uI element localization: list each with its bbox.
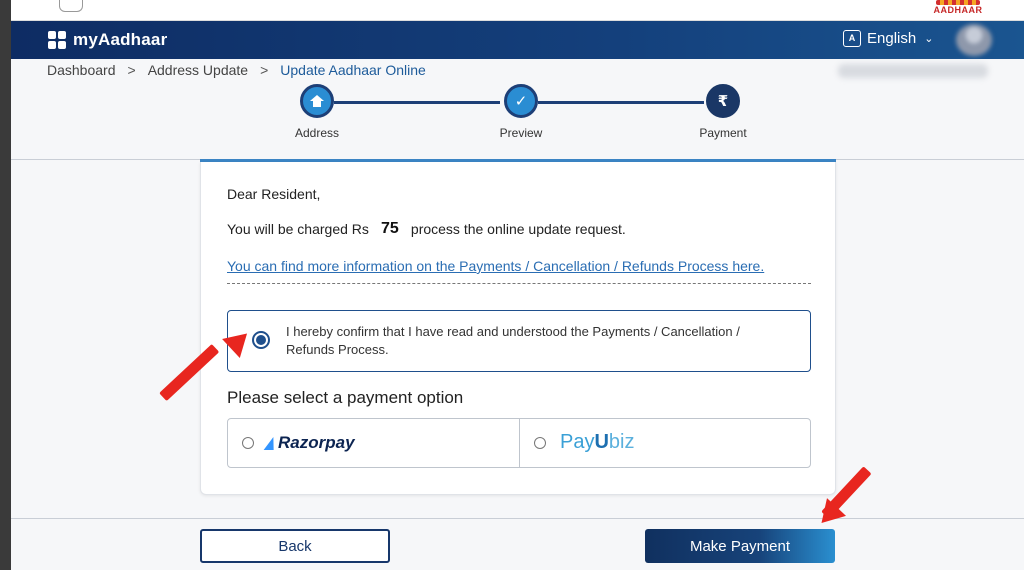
page: AADHAAR myAadhaar A English ⌄ Dashboard … <box>0 0 1024 570</box>
emblem-icon <box>59 0 83 12</box>
language-icon: A <box>843 30 861 47</box>
payubiz-name-part: U <box>594 431 609 453</box>
step-address <box>300 84 334 118</box>
annotation-arrow-icon <box>159 323 260 420</box>
charge-amount: 75 <box>368 220 411 238</box>
breadcrumb-current: Update Aadhaar Online <box>280 62 426 78</box>
brand-name: myAadhaar <box>73 30 168 49</box>
payment-option-heading: Please select a payment option <box>227 388 464 407</box>
language-selector[interactable]: A English ⌄ <box>843 30 933 47</box>
make-payment-button[interactable]: Make Payment <box>645 529 835 563</box>
app-grid-icon <box>48 31 66 49</box>
window-edge <box>0 0 11 570</box>
avatar[interactable] <box>956 24 992 56</box>
check-icon: ✓ <box>514 93 528 110</box>
step-connector <box>334 101 500 104</box>
payment-options: Razorpay PayUbiz <box>227 418 811 468</box>
charge-statement: You will be charged Rs 75 process the on… <box>227 220 626 238</box>
breadcrumb-separator: > <box>127 62 136 78</box>
cropped-headline <box>351 0 631 2</box>
breadcrumb-dashboard[interactable]: Dashboard <box>47 62 116 78</box>
step-preview: ✓ <box>504 84 538 118</box>
breadcrumb: Dashboard > Address Update > Update Aadh… <box>47 62 426 78</box>
step-connector <box>538 101 704 104</box>
payubiz-option[interactable]: PayUbiz <box>519 419 810 467</box>
back-button[interactable]: Back <box>200 529 390 563</box>
annotation-arrow-icon <box>811 466 898 536</box>
greeting: Dear Resident, <box>227 186 321 202</box>
razorpay-mark-icon <box>263 436 279 450</box>
progress-stepper: Address ✓ Preview ₹ Payment <box>11 84 1024 154</box>
payubiz-name-part: Pay <box>560 431 595 453</box>
home-icon <box>310 94 324 108</box>
charge-suffix: process the online update request. <box>410 221 626 237</box>
payubiz-name-part: biz <box>608 431 635 453</box>
confirmation-box[interactable]: I hereby confirm that I have read and un… <box>227 310 811 372</box>
razorpay-name: Razorpay <box>278 433 355 452</box>
redacted-user-info <box>838 64 988 78</box>
breadcrumb-separator: > <box>260 62 269 78</box>
razorpay-option[interactable]: Razorpay <box>228 419 519 467</box>
brand[interactable]: myAadhaar <box>48 30 167 50</box>
breadcrumb-address-update[interactable]: Address Update <box>148 62 248 78</box>
charge-prefix: You will be charged Rs <box>227 221 369 237</box>
aadhaar-logo-text: AADHAAR <box>933 5 983 15</box>
aadhaar-logo: AADHAAR <box>932 0 984 16</box>
top-navbar: myAadhaar A English ⌄ <box>11 21 1024 59</box>
razorpay-radio[interactable] <box>242 437 254 449</box>
confirm-text: I hereby confirm that I have read and un… <box>286 324 740 357</box>
step-label-preview: Preview <box>499 126 543 140</box>
language-label: English <box>867 30 917 47</box>
payment-card: Dear Resident, You will be charged Rs 75… <box>200 162 836 495</box>
top-banner: AADHAAR <box>11 0 1024 21</box>
payubiz-logo: PayUbiz <box>560 431 635 454</box>
dotted-divider <box>227 283 811 284</box>
payubiz-radio[interactable] <box>534 437 546 449</box>
step-label-payment: Payment <box>699 126 747 140</box>
chevron-down-icon: ⌄ <box>924 33 934 45</box>
refund-policy-link[interactable]: You can find more information on the Pay… <box>227 258 764 274</box>
step-label-address: Address <box>294 126 340 140</box>
rupee-icon: ₹ <box>717 93 729 110</box>
razorpay-logo: Razorpay <box>263 433 355 453</box>
step-payment: ₹ <box>706 84 740 118</box>
